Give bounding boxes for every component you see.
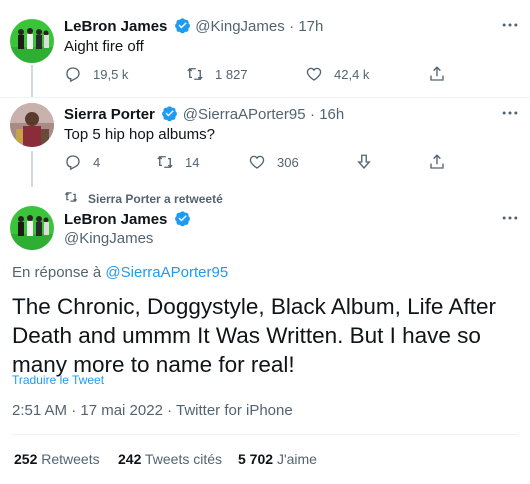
tweet1-time[interactable]: 17h bbox=[298, 18, 323, 35]
tweet2-time[interactable]: 16h bbox=[319, 106, 344, 123]
more-options-icon[interactable] bbox=[500, 208, 520, 228]
reply-prefix: En réponse à bbox=[12, 264, 106, 281]
verified-badge-icon bbox=[174, 17, 191, 34]
tweet2-handle[interactable]: @SierraAPorter95 bbox=[183, 106, 306, 123]
arrow-down-icon bbox=[355, 153, 373, 171]
tweet1-text: Aight fire off bbox=[64, 38, 144, 55]
reply-button[interactable]: 19,5 k bbox=[64, 65, 128, 83]
share-button[interactable] bbox=[428, 153, 446, 171]
likes-count: 5 702 bbox=[238, 451, 274, 467]
tweet-meta[interactable]: 2:51 AM · 17 mai 2022 · Twitter for iPho… bbox=[12, 402, 293, 419]
tweet1-header: LeBron James @KingJames · 17h bbox=[64, 17, 324, 35]
like-count: 42,4 k bbox=[334, 66, 370, 82]
share-icon bbox=[428, 65, 446, 83]
retweets-label: Retweets bbox=[41, 451, 100, 467]
reply-icon bbox=[64, 65, 82, 83]
more-options-icon[interactable] bbox=[500, 15, 520, 35]
retweet-count: 14 bbox=[185, 154, 200, 170]
likes-stat[interactable]: 5 702 J'aime bbox=[238, 451, 317, 467]
retweet-icon bbox=[186, 65, 204, 83]
more-options-icon[interactable] bbox=[500, 103, 520, 123]
verified-badge-icon bbox=[174, 210, 191, 227]
main-tweet-name-row: LeBron James bbox=[64, 210, 191, 229]
tweet1-name[interactable]: LeBron James bbox=[64, 18, 167, 35]
reply-to-link[interactable]: @SierraAPorter95 bbox=[105, 264, 228, 281]
reply-context: En réponse à @SierraAPorter95 bbox=[12, 264, 228, 281]
heart-icon bbox=[305, 65, 323, 83]
main-tweet-handle[interactable]: @KingJames bbox=[64, 230, 153, 247]
retweet-icon bbox=[64, 190, 88, 207]
avatar-lebron[interactable] bbox=[10, 206, 54, 250]
avatar-lebron[interactable] bbox=[10, 19, 54, 63]
retweets-stat[interactable]: 252 Retweets bbox=[14, 451, 100, 467]
tweet2-text: Top 5 hip hop albums? bbox=[64, 126, 215, 143]
reply-count: 4 bbox=[93, 154, 101, 170]
translate-link[interactable]: Traduire le Tweet bbox=[12, 373, 104, 387]
tweet2-header: Sierra Porter @SierraAPorter95 · 16h bbox=[64, 105, 345, 123]
retweets-count: 252 bbox=[14, 451, 38, 467]
retweet-button[interactable]: 14 bbox=[156, 153, 199, 171]
tweet1-handle[interactable]: @KingJames bbox=[195, 18, 284, 35]
quote-tweets-stat[interactable]: 242 Tweets cités bbox=[118, 451, 222, 467]
main-tweet-text: The Chronic, Doggystyle, Black Album, Li… bbox=[12, 294, 496, 377]
thread-line bbox=[31, 151, 33, 187]
retweet-count: 1 827 bbox=[215, 66, 248, 82]
likes-label: J'aime bbox=[276, 451, 317, 467]
reply-count: 19,5 k bbox=[93, 66, 129, 82]
retweeted-label: Sierra Porter a retweeté bbox=[88, 191, 223, 206]
share-button[interactable] bbox=[428, 65, 446, 83]
reply-icon bbox=[64, 153, 82, 171]
like-button[interactable]: 306 bbox=[248, 153, 299, 171]
retweeted-banner[interactable]: Sierra Porter a retweeté bbox=[64, 190, 223, 207]
retweet-icon bbox=[156, 153, 174, 171]
divider bbox=[0, 97, 530, 98]
share-icon bbox=[428, 153, 446, 171]
reply-button[interactable]: 4 bbox=[64, 153, 100, 171]
thread-line bbox=[31, 65, 33, 97]
like-count: 306 bbox=[277, 154, 299, 170]
avatar-sierra[interactable] bbox=[10, 103, 54, 147]
quote-tweets-count: 242 bbox=[118, 451, 142, 467]
divider bbox=[12, 434, 518, 435]
vote-down-button[interactable] bbox=[355, 153, 373, 171]
tweet2-name[interactable]: Sierra Porter bbox=[64, 106, 155, 123]
like-button[interactable]: 42,4 k bbox=[305, 65, 369, 83]
heart-icon bbox=[248, 153, 266, 171]
retweet-button[interactable]: 1 827 bbox=[186, 65, 248, 83]
verified-badge-icon bbox=[161, 105, 178, 122]
quote-tweets-label: Tweets cités bbox=[145, 451, 223, 467]
main-tweet-name[interactable]: LeBron James bbox=[64, 211, 167, 228]
